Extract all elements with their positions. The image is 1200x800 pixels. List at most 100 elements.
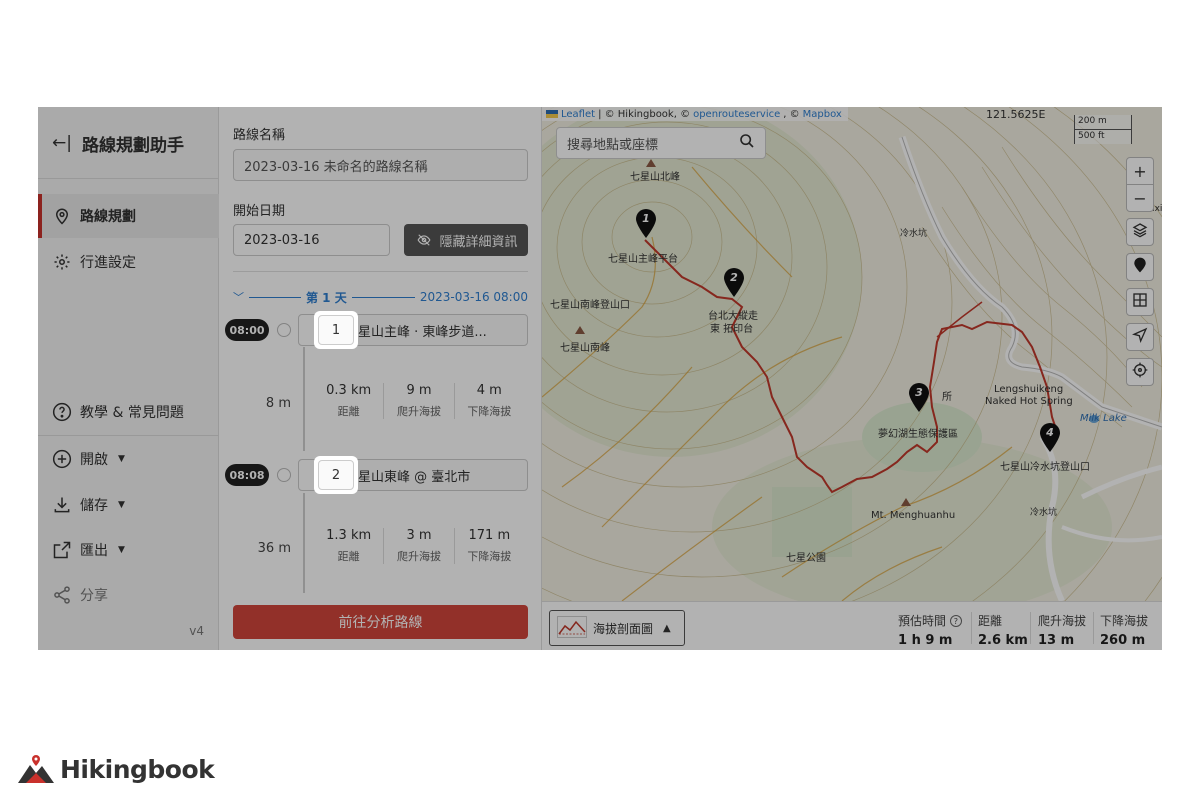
day-header[interactable]: ﹀ 第 1 天 2023-03-16 08:00 bbox=[233, 289, 528, 305]
summary-value: 260 m bbox=[1100, 633, 1146, 648]
analyze-route-button[interactable]: 前往分析路線 bbox=[233, 605, 528, 639]
mountain-logo-icon bbox=[18, 755, 54, 783]
hide-details-label: 隱藏詳細資訊 bbox=[439, 234, 518, 250]
day-line bbox=[249, 296, 301, 298]
route-name-label: 路線名稱 bbox=[233, 128, 286, 143]
map-attribution: Leaflet | © Hikingbook, © openrouteservi… bbox=[542, 107, 848, 121]
summary-value: 1 h 9 m bbox=[898, 633, 953, 648]
highlight-waypoint-index-1[interactable]: 1 bbox=[314, 311, 358, 349]
stat-value: 0.3 km bbox=[326, 383, 372, 398]
search-icon[interactable] bbox=[739, 133, 755, 153]
map-pin-icon bbox=[52, 206, 72, 226]
openrouteservice-link[interactable]: openrouteservice bbox=[693, 109, 780, 120]
crosshair-icon bbox=[1132, 362, 1148, 382]
layers-button[interactable] bbox=[1126, 218, 1154, 246]
grid-icon bbox=[1132, 292, 1148, 312]
sidebar-item-route-planning[interactable]: 路線規劃 bbox=[38, 194, 219, 238]
map-view[interactable]: Leaflet | © Hikingbook, © openrouteservi… bbox=[542, 107, 1162, 601]
sidebar: ←| 路線規劃助手 路線規劃 行進設定 教學 & 常見問題 開啟 ▼ 儲存 ▼ … bbox=[38, 107, 219, 650]
zoom-in-button[interactable]: + bbox=[1126, 157, 1154, 185]
summary-label: 爬升海拔 bbox=[1038, 614, 1087, 628]
summary-distance: 距離 2.6 km bbox=[978, 612, 1028, 648]
zoom-out-button[interactable]: − bbox=[1126, 184, 1154, 212]
hide-details-button[interactable]: 隱藏詳細資訊 bbox=[404, 224, 528, 256]
stat-label: 爬升海拔 bbox=[396, 550, 441, 563]
mapbox-link[interactable]: Mapbox bbox=[803, 109, 842, 120]
map-label: 七星山冷水坑登山口 bbox=[1000, 462, 1090, 473]
map-label: 七星山南峰登山口 bbox=[550, 300, 630, 311]
map-label: Lengshuikeng bbox=[994, 384, 1064, 395]
day-datetime: 2023-03-16 08:00 bbox=[419, 290, 528, 304]
stat-value: 3 m bbox=[406, 528, 432, 543]
app-title: 路線規劃助手 bbox=[81, 135, 184, 156]
question-circle-icon bbox=[52, 402, 72, 422]
sidebar-header: ←| 路線規劃助手 bbox=[52, 131, 184, 156]
attribution-text: | © Hikingbook, © bbox=[598, 108, 691, 120]
summary-value: 13 m bbox=[1038, 633, 1075, 648]
day-label: 第 1 天 bbox=[306, 290, 347, 305]
divider bbox=[971, 612, 972, 644]
stat-label: 爬升海拔 bbox=[396, 405, 441, 418]
summary-label: 距離 bbox=[978, 614, 1003, 628]
flag-icon bbox=[546, 110, 558, 118]
route-panel: 路線名稱 2023-03-16 未命名的路線名稱 開始日期 2023-03-16… bbox=[219, 107, 542, 650]
marker-button[interactable] bbox=[1126, 253, 1154, 281]
waypoint-index: 2 bbox=[318, 460, 354, 490]
back-icon[interactable]: ←| bbox=[52, 133, 72, 153]
leaflet-link[interactable]: Leaflet bbox=[561, 109, 595, 120]
divider bbox=[38, 435, 219, 436]
sidebar-item-label: 路線規劃 bbox=[80, 209, 136, 225]
sidebar-item-label: 行進設定 bbox=[80, 255, 136, 271]
navigate-button[interactable] bbox=[1126, 323, 1154, 351]
stat-label: 下降海拔 bbox=[467, 550, 512, 563]
stat-value: 4 m bbox=[476, 383, 502, 398]
brand-name: Hikingbook bbox=[60, 754, 215, 784]
chevron-down-icon[interactable]: ﹀ bbox=[233, 289, 244, 305]
sidebar-item-help[interactable]: 教學 & 常見問題 bbox=[38, 390, 219, 434]
save-menu[interactable]: 儲存 ▼ bbox=[38, 483, 219, 527]
open-menu[interactable]: 開啟 ▼ bbox=[38, 437, 219, 481]
app-window: ←| 路線規劃助手 路線規劃 行進設定 教學 & 常見問題 開啟 ▼ 儲存 ▼ … bbox=[38, 107, 1162, 650]
help-icon[interactable]: ? bbox=[949, 615, 962, 627]
export-icon bbox=[52, 540, 72, 560]
summary-estimated-time: 預估時間 ? 1 h 9 m bbox=[898, 612, 962, 648]
sidebar-item-pace-settings[interactable]: 行進設定 bbox=[38, 240, 219, 284]
route-name-input[interactable]: 2023-03-16 未命名的路線名稱 bbox=[233, 149, 528, 181]
sidebar-item-label: 教學 & 常見問題 bbox=[80, 405, 184, 421]
waypoint-time: 08:00 bbox=[225, 319, 269, 341]
export-label: 匯出 bbox=[80, 543, 108, 559]
export-menu[interactable]: 匯出 ▼ bbox=[38, 528, 219, 572]
brand-logo: Hikingbook bbox=[16, 752, 215, 786]
map-label: Milk Lake bbox=[1080, 413, 1127, 424]
waypoint-pin[interactable]: 1 bbox=[635, 209, 657, 239]
download-icon bbox=[52, 495, 72, 515]
pin-label: 1 bbox=[642, 212, 650, 225]
highlight-waypoint-index-2[interactable]: 2 bbox=[314, 456, 358, 494]
segment-stats: 1.3 km 距離 3 m 爬升海拔 171 m 下降海拔 bbox=[314, 528, 524, 564]
map-label: 冷水坑 bbox=[1030, 508, 1058, 518]
map-label: 所 bbox=[942, 392, 952, 403]
start-date-input[interactable]: 2023-03-16 bbox=[233, 224, 390, 256]
waypoint-marker bbox=[277, 323, 291, 337]
stat-label: 距離 bbox=[337, 550, 360, 563]
waypoint-pin[interactable]: 3 bbox=[908, 383, 930, 413]
elevation-chart-icon bbox=[557, 615, 587, 641]
waypoint-pin[interactable]: 4 bbox=[1039, 423, 1061, 453]
segment-line bbox=[303, 493, 305, 593]
stat-value: 1.3 km bbox=[326, 528, 372, 543]
map-label: 七星山主峰平台 bbox=[608, 254, 678, 265]
plus-circle-icon bbox=[52, 449, 72, 469]
scale-imperial: 500 ft bbox=[1074, 129, 1132, 144]
day-line bbox=[351, 296, 415, 298]
navigate-icon bbox=[1131, 327, 1148, 347]
share-button[interactable]: 分享 bbox=[38, 573, 219, 617]
map-search-input[interactable]: 搜尋地點或座標 bbox=[556, 127, 766, 159]
elevation-profile-button[interactable]: 海拔剖面圖 ▲ bbox=[549, 610, 685, 646]
segment-duration: 36 m bbox=[257, 541, 291, 556]
divider bbox=[1093, 612, 1094, 644]
stat-label: 下降海拔 bbox=[467, 405, 512, 418]
waypoint-pin[interactable]: 2 bbox=[723, 268, 745, 298]
grid-button[interactable] bbox=[1126, 288, 1154, 316]
save-label: 儲存 bbox=[80, 498, 108, 514]
locate-button[interactable] bbox=[1126, 358, 1154, 386]
